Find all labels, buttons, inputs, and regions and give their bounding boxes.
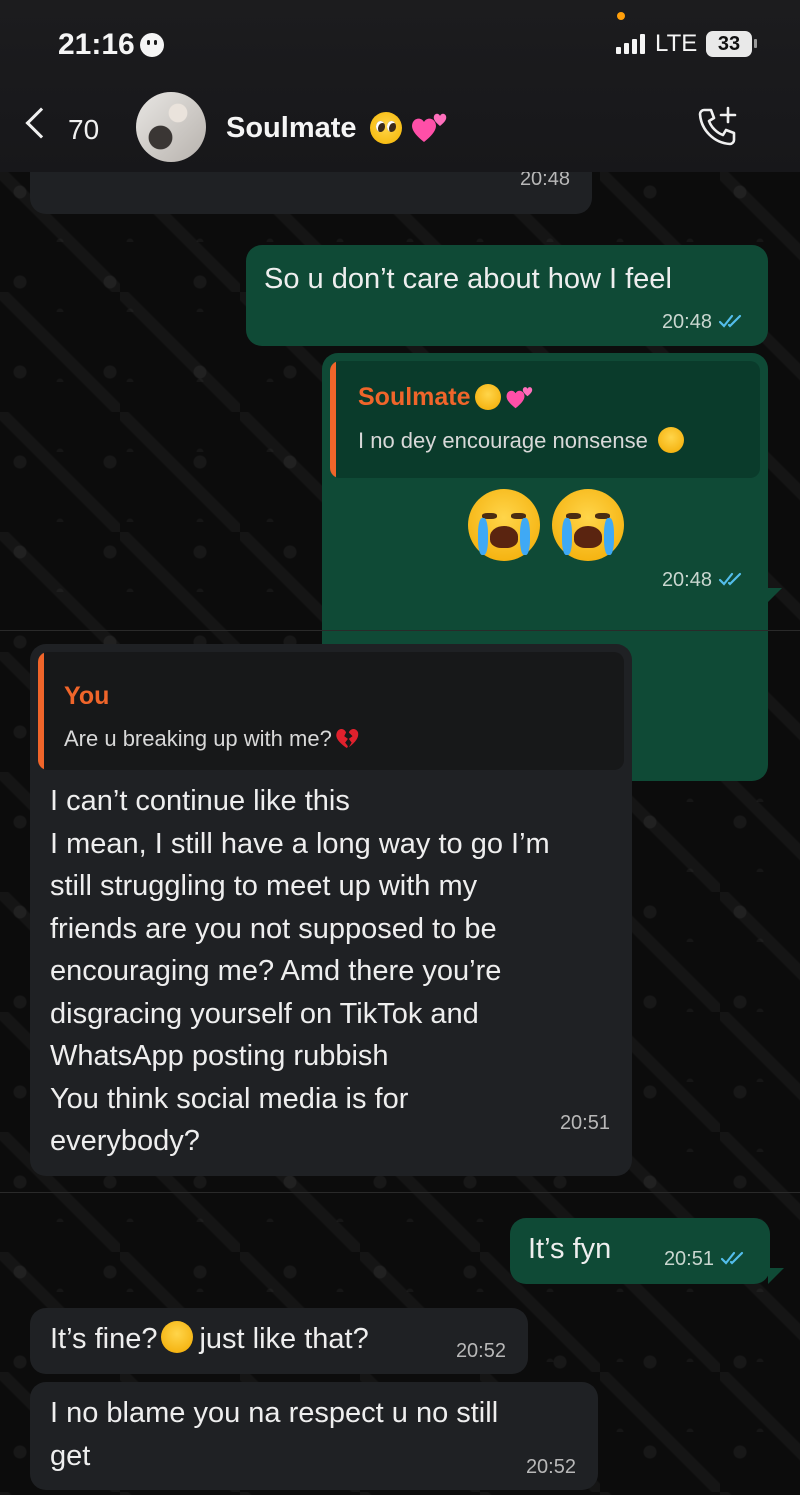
quoted-message[interactable]: You Are u breaking up with me? bbox=[38, 652, 624, 770]
message-line: I can’t continue like this bbox=[50, 785, 350, 817]
message-bubble-incoming[interactable]: 20:48 bbox=[30, 172, 592, 214]
unread-count: 70 bbox=[68, 114, 100, 145]
network-type-label: LTE bbox=[655, 30, 698, 57]
loudly-crying-face-emoji-icon bbox=[552, 489, 624, 561]
message-line: I mean, I still have a long way to go I’… bbox=[50, 827, 550, 860]
loudly-crying-face-emoji-icon bbox=[468, 489, 540, 561]
chat-area[interactable]: 20:48 So u don’t care about how I feel 2… bbox=[0, 172, 800, 1495]
broken-heart-emoji-icon bbox=[336, 729, 359, 749]
quoted-text: Are u breaking up with me? bbox=[64, 726, 360, 752]
message-text: It’s fine? just like that? bbox=[50, 1321, 369, 1355]
message-time: 20:51 bbox=[663, 1248, 714, 1270]
message-line: get bbox=[50, 1439, 91, 1472]
bubble-tail bbox=[768, 1268, 784, 1284]
message-text: So u don’t care about how I feel bbox=[264, 263, 672, 295]
read-receipt-icon bbox=[718, 572, 742, 586]
quote-accent-bar bbox=[38, 652, 44, 770]
message-line: disgracing yourself on TikTok and bbox=[50, 997, 479, 1030]
divider bbox=[0, 630, 800, 631]
divider bbox=[0, 1192, 800, 1193]
grinning-face-emoji-icon bbox=[657, 427, 684, 453]
contact-avatar[interactable] bbox=[136, 92, 206, 162]
read-receipt-icon bbox=[720, 1251, 744, 1265]
quoted-message[interactable]: Soulmate I no dey encourage nonsense bbox=[330, 361, 760, 478]
message-bubble-incoming[interactable]: I no blame you na respect u no still get… bbox=[30, 1382, 598, 1490]
add-call-icon[interactable] bbox=[694, 102, 742, 150]
bubble-tail bbox=[766, 588, 782, 604]
message-line: everybody? bbox=[50, 1125, 200, 1157]
quoted-sender-name: You bbox=[64, 682, 110, 710]
message-bubble-incoming[interactable]: You Are u breaking up with me? I can’t c… bbox=[30, 644, 632, 1176]
message-bubble-incoming[interactable]: It’s fine? just like that? 20:52 bbox=[30, 1308, 528, 1374]
signal-strength-icon bbox=[616, 34, 650, 54]
message-line: I no blame you na respect u no still bbox=[50, 1397, 499, 1429]
message-text: I can’t continue like this I mean, I sti… bbox=[50, 780, 550, 1163]
message-text: I no blame you na respect u no still get bbox=[50, 1392, 498, 1477]
chevron-left-icon bbox=[25, 107, 57, 139]
two-hearts-emoji-icon bbox=[506, 387, 532, 409]
message-bubble-outgoing[interactable]: So u don’t care about how I feel 20:48 bbox=[246, 245, 768, 346]
pleading-face-emoji-icon bbox=[474, 384, 501, 410]
read-receipt-icon bbox=[718, 314, 742, 328]
smirking-face-emoji-icon bbox=[161, 1321, 194, 1353]
top-bar: 21:16 LTE 33 70 Soulmate bbox=[0, 0, 800, 172]
message-line: friends are you not supposed to be bbox=[50, 912, 497, 945]
message-bubble-outgoing[interactable]: It’s fyn 20:51 bbox=[510, 1218, 770, 1284]
pleading-face-emoji-icon bbox=[370, 112, 402, 144]
contact-name[interactable]: Soulmate bbox=[226, 112, 357, 145]
privacy-indicator-dot bbox=[617, 12, 625, 20]
activity-indicator-icon bbox=[140, 33, 164, 57]
message-time: 20:48 bbox=[519, 172, 570, 190]
quoted-sender-name: Soulmate bbox=[358, 383, 535, 412]
quote-accent-bar bbox=[330, 361, 336, 478]
quoted-text: I no dey encourage nonsense bbox=[358, 427, 684, 454]
message-line: WhatsApp posting rubbish bbox=[50, 1040, 389, 1072]
message-time: 20:51 bbox=[559, 1112, 610, 1134]
message-time: 20:52 bbox=[525, 1456, 576, 1478]
message-text: It’s fyn bbox=[528, 1233, 612, 1265]
two-hearts-emoji-icon bbox=[412, 113, 447, 142]
message-time: 20:48 bbox=[661, 569, 712, 591]
message-line: You think social media is for bbox=[50, 1082, 409, 1115]
message-line: still struggling to meet up with my bbox=[50, 870, 478, 902]
status-time: 21:16 bbox=[58, 28, 135, 61]
message-time: 20:48 bbox=[661, 311, 712, 333]
battery-icon: 33 bbox=[706, 31, 752, 57]
message-time: 20:52 bbox=[455, 1340, 506, 1362]
message-line: encouraging me? Amd there you’re bbox=[50, 955, 502, 987]
battery-tip bbox=[754, 39, 757, 48]
